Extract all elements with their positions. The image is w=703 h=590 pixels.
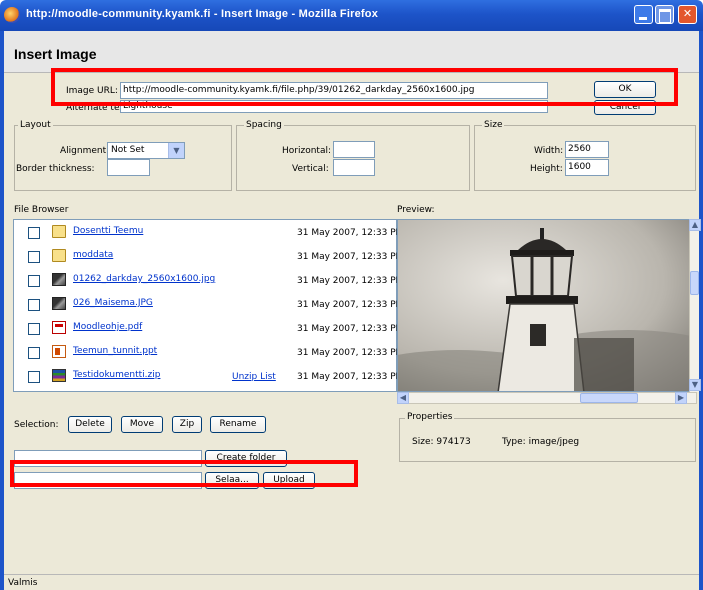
file-link[interactable]: 026_Maisema.JPG xyxy=(73,298,153,308)
window-title: http://moodle-community.kyamk.fi - Inser… xyxy=(26,8,379,20)
minimize-button[interactable] xyxy=(634,5,653,24)
folder-icon xyxy=(52,249,66,262)
list-item[interactable]: Testidokumentti.zip Unzip List 31 May 20… xyxy=(14,366,403,390)
rename-button[interactable]: Rename xyxy=(210,416,266,433)
file-checkbox[interactable] xyxy=(28,371,40,383)
file-checkbox[interactable] xyxy=(28,251,40,263)
file-link[interactable]: Teemun_tunnit.ppt xyxy=(73,346,157,356)
file-date: 31 May 2007, 12:33 PM xyxy=(297,252,404,262)
file-checkbox[interactable] xyxy=(28,227,40,239)
image-icon xyxy=(52,273,66,286)
file-checkbox[interactable] xyxy=(28,347,40,359)
delete-button[interactable]: Delete xyxy=(68,416,112,433)
file-link[interactable]: 01262_darkday_2560x1600.jpg xyxy=(73,274,215,284)
spacing-fieldset xyxy=(236,125,470,191)
ppt-icon xyxy=(52,345,66,358)
image-icon xyxy=(52,297,66,310)
file-date: 31 May 2007, 12:33 PM xyxy=(297,276,404,286)
list-item[interactable]: 026_Maisema.JPG 31 May 2007, 12:33 PM xyxy=(14,294,403,318)
horizontal-scroll-thumb[interactable] xyxy=(580,393,638,403)
file-browser-label: File Browser xyxy=(14,205,69,215)
file-date: 31 May 2007, 12:33 PM xyxy=(297,324,404,334)
properties-legend: Properties xyxy=(405,412,455,422)
border-thickness-input[interactable] xyxy=(107,159,150,176)
list-item[interactable]: Moodleohje.pdf 31 May 2007, 12:33 PM xyxy=(14,318,403,342)
preview-vertical-scrollbar[interactable]: ▲ ▼ xyxy=(689,219,701,392)
firefox-icon xyxy=(4,7,20,23)
file-size-text: Size: 974173 xyxy=(412,437,471,447)
file-link[interactable]: Dosentti Teemu xyxy=(73,226,143,236)
lighthouse-image xyxy=(398,220,696,391)
dialog-header: Insert Image xyxy=(4,31,699,73)
file-date: 31 May 2007, 12:33 PM xyxy=(297,300,404,310)
width-input[interactable]: 2560 xyxy=(565,141,609,158)
file-checkbox[interactable] xyxy=(28,275,40,287)
status-bar: Valmis xyxy=(4,574,699,590)
size-fieldset xyxy=(474,125,696,191)
file-checkbox[interactable] xyxy=(28,323,40,335)
height-label: Height: xyxy=(530,164,563,174)
list-item[interactable]: moddata 31 May 2007, 12:33 PM xyxy=(14,246,403,270)
layout-legend: Layout xyxy=(18,120,53,130)
list-item[interactable]: 01262_darkday_2560x1600.jpg 31 May 2007,… xyxy=(14,270,403,294)
scroll-left-icon[interactable]: ◀ xyxy=(397,392,409,404)
browse-button[interactable]: Selaa... xyxy=(205,472,259,489)
spacing-legend: Spacing xyxy=(244,120,284,130)
create-folder-button[interactable]: Create folder xyxy=(205,450,287,467)
vertical-scroll-thumb[interactable] xyxy=(690,271,699,295)
unzip-list-link[interactable]: Unzip List xyxy=(232,372,276,382)
upload-file-input[interactable] xyxy=(14,472,202,489)
file-link[interactable]: Moodleohje.pdf xyxy=(73,322,142,332)
zip-button[interactable]: Zip xyxy=(172,416,202,433)
new-folder-input[interactable] xyxy=(14,450,202,467)
window-frame-right xyxy=(699,31,703,590)
vertical-input[interactable] xyxy=(333,159,375,176)
status-text: Valmis xyxy=(8,578,38,588)
alt-text-input[interactable]: Lighthouse xyxy=(120,100,548,113)
preview-horizontal-scrollbar[interactable]: ◀ ▶ xyxy=(397,392,697,404)
image-url-label: Image URL: xyxy=(66,86,118,96)
image-url-input[interactable]: http://moodle-community.kyamk.fi/file.ph… xyxy=(120,82,548,99)
file-date: 31 May 2007, 12:33 PM xyxy=(297,348,404,358)
file-checkbox[interactable] xyxy=(28,299,40,311)
page-title: Insert Image xyxy=(14,46,97,62)
upload-button[interactable]: Upload xyxy=(263,472,315,489)
move-button[interactable]: Move xyxy=(121,416,163,433)
cancel-button[interactable]: Cancel xyxy=(594,100,656,115)
scroll-down-icon[interactable]: ▼ xyxy=(689,379,701,391)
alignment-select[interactable]: Not Set ▼ xyxy=(107,142,185,159)
image-preview xyxy=(397,219,697,392)
file-type-text: Type: image/jpeg xyxy=(502,437,580,447)
file-date: 31 May 2007, 12:33 PM xyxy=(297,228,404,238)
close-button[interactable]: ✕ xyxy=(678,5,697,24)
file-list: Dosentti Teemu 31 May 2007, 12:33 PM mod… xyxy=(13,219,403,392)
scroll-right-icon[interactable]: ▶ xyxy=(675,392,687,404)
file-link[interactable]: Testidokumentti.zip xyxy=(73,370,160,380)
size-legend: Size xyxy=(482,120,505,130)
list-item[interactable]: Teemun_tunnit.ppt 31 May 2007, 12:33 PM xyxy=(14,342,403,366)
border-thickness-label: Border thickness: xyxy=(16,164,95,174)
preview-label: Preview: xyxy=(397,205,435,215)
maximize-button[interactable] xyxy=(655,5,674,24)
file-link[interactable]: moddata xyxy=(73,250,113,260)
vertical-label: Vertical: xyxy=(292,164,329,174)
selection-label: Selection: xyxy=(14,420,59,430)
window-titlebar: http://moodle-community.kyamk.fi - Inser… xyxy=(0,0,703,31)
pdf-icon xyxy=(52,321,66,334)
zip-icon xyxy=(52,369,66,382)
alignment-value: Not Set xyxy=(111,145,145,155)
chevron-down-icon: ▼ xyxy=(168,143,184,158)
file-date: 31 May 2007, 12:33 PM xyxy=(297,372,404,382)
folder-icon xyxy=(52,225,66,238)
alignment-label: Alignment: xyxy=(60,146,110,156)
list-item[interactable]: Dosentti Teemu 31 May 2007, 12:33 PM xyxy=(14,222,403,246)
width-label: Width: xyxy=(534,146,564,156)
horizontal-input[interactable] xyxy=(333,141,375,158)
horizontal-label: Horizontal: xyxy=(282,146,331,156)
ok-button[interactable]: OK xyxy=(594,81,656,98)
scroll-up-icon[interactable]: ▲ xyxy=(689,219,701,231)
height-input[interactable]: 1600 xyxy=(565,159,609,176)
